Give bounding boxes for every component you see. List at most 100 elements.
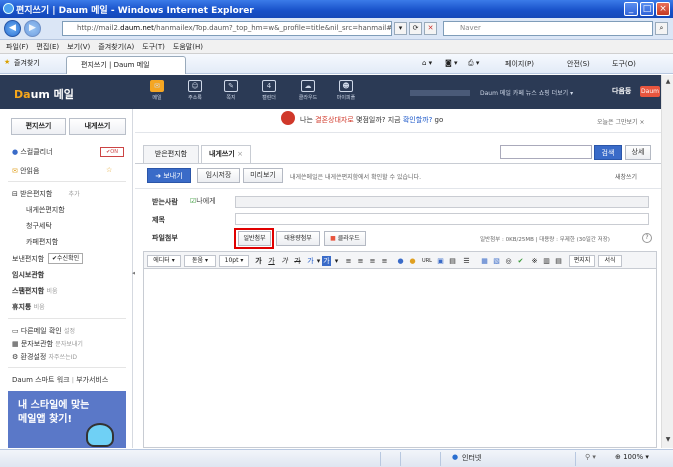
bg-color-button[interactable]: 가	[322, 256, 331, 266]
refresh-icon[interactable]: ⟳	[409, 22, 422, 35]
subject-field[interactable]	[235, 213, 649, 225]
help-icon[interactable]: ?	[642, 233, 652, 243]
search-button[interactable]: 검색	[594, 145, 622, 160]
to-me-checkbox[interactable]: ☑나에게	[190, 196, 216, 206]
nav-note[interactable]: ✎ 쪽지	[216, 80, 246, 101]
menu-favorites[interactable]: 즐겨찾기(A)	[98, 40, 134, 54]
extra-service-link[interactable]: 부가서비스	[76, 376, 108, 384]
send-sms-link[interactable]: 문자보내기	[55, 341, 83, 348]
special-char-icon[interactable]: ◎	[504, 256, 513, 266]
spam-cleaner-item[interactable]: ● 스컬클리너	[12, 147, 53, 157]
align-left-icon[interactable]: ≡	[344, 256, 353, 266]
menu-edit[interactable]: 편집(E)	[36, 40, 59, 54]
maximize-button[interactable]: □	[640, 2, 654, 16]
cloud-attach-button[interactable]: ■ 클라우드	[324, 231, 366, 246]
temp-item[interactable]: 임시보관함	[12, 270, 44, 280]
strike-button[interactable]: 가	[293, 256, 302, 266]
image-icon[interactable]: ▣	[436, 256, 445, 266]
nav-mail[interactable]: ✉ 메일	[142, 80, 172, 101]
mail-search-input[interactable]	[500, 145, 592, 159]
mail-app-banner[interactable]: 내 스타일에 맞는 메일앱 찾기!	[8, 391, 126, 448]
search-go-icon[interactable]: ⌕	[655, 22, 668, 35]
font-size-select[interactable]: 10pt ▾	[219, 255, 249, 267]
unread-item[interactable]: ✉ 안읽음	[12, 166, 39, 176]
star-icon[interactable]: ☆	[106, 166, 112, 174]
stop-icon[interactable]: ✕	[424, 22, 437, 35]
menu-file[interactable]: 파일(F)	[6, 40, 28, 54]
nav-mypeople[interactable]: ☻ 마이피플	[331, 80, 361, 101]
source-icon[interactable]: ▤	[554, 256, 563, 266]
emoticon-icon[interactable]: ●	[396, 256, 405, 266]
spellcheck-icon[interactable]: ✔	[516, 256, 525, 266]
scroll-down-icon[interactable]: ▼	[663, 435, 673, 445]
back-button[interactable]: ◀	[4, 20, 21, 37]
cafe-inbox-item[interactable]: 카페편지함	[26, 237, 58, 247]
table-icon[interactable]: ▤	[448, 256, 457, 266]
my-inbox-item[interactable]: 내게쓴편지함	[26, 205, 65, 215]
smart-work-link[interactable]: Daum 스마트 워크	[12, 376, 70, 384]
other-mail-settings-link[interactable]: 설정	[64, 328, 75, 335]
other-mail-item[interactable]: ▭ 다른메일 확인 설정	[12, 326, 75, 336]
daum-mail-logo[interactable]: Daum 메일	[14, 86, 74, 102]
spam-item[interactable]: 스팸편지함 비움	[12, 286, 57, 296]
nav-cloud[interactable]: ☁ 클라우드	[293, 80, 323, 101]
hide-today-link[interactable]: 오늘은 그만보기 ×	[597, 117, 644, 126]
add-folder-link[interactable]: 추가	[69, 191, 80, 198]
new-window-link[interactable]: 새창쓰기	[615, 172, 637, 181]
sent-item[interactable]: 보낸편지함	[12, 254, 44, 264]
align-center-icon[interactable]: ≡	[356, 256, 365, 266]
home-icon[interactable]: ⌂ ▾	[422, 59, 432, 67]
bg-color-dropdown-icon[interactable]: ▾	[332, 256, 341, 266]
purchases-item[interactable]: 청구세탁	[26, 221, 52, 231]
italic-button[interactable]: 가	[280, 256, 289, 266]
font-select[interactable]: 돋움 ▾	[184, 255, 216, 267]
compose-button[interactable]: 편지쓰기	[11, 118, 66, 135]
map-icon[interactable]: ▧	[492, 256, 501, 266]
hr-icon[interactable]: ※	[530, 256, 539, 266]
detail-search-button[interactable]: 상세	[625, 145, 651, 160]
minimize-button[interactable]: _	[624, 2, 638, 16]
editor-mode-select[interactable]: 에디터 ▾	[147, 255, 181, 267]
underline-button[interactable]: 가	[267, 256, 276, 266]
feeds-icon[interactable]: ◙ ▾	[445, 59, 458, 67]
tab-inbox[interactable]: 받은편지함	[143, 145, 199, 163]
video-icon[interactable]: ▦	[480, 256, 489, 266]
tab-close-icon[interactable]: ×	[237, 150, 243, 158]
letter-paper-button[interactable]: 편지지	[569, 255, 595, 267]
sticker-icon[interactable]: ●	[408, 256, 417, 266]
recipient-field[interactable]	[235, 196, 649, 208]
template-button[interactable]: 서식	[598, 255, 622, 267]
daum-badge[interactable]: Daum	[640, 86, 660, 97]
frequent-id-link[interactable]: 자주쓰는ID	[49, 354, 77, 361]
vertical-scrollbar[interactable]: ▲ ▼	[661, 75, 673, 448]
nav-contacts[interactable]: ☺ 주소록	[180, 80, 210, 101]
promo-banner[interactable]: 나는 결혼상대자로 몇점일까? 지금 확인할까? go	[300, 115, 443, 125]
print-icon[interactable]: ⎙ ▾	[468, 59, 479, 68]
nav-calendar[interactable]: 4 캘린더	[254, 80, 284, 101]
favorites-star-icon[interactable]: ★	[4, 58, 10, 66]
safety-menu[interactable]: 안전(S)	[567, 59, 590, 69]
receipt-check-badge[interactable]: ✔수신확인	[48, 253, 84, 264]
write-to-me-button[interactable]: 내게쓰기	[69, 118, 126, 135]
menu-view[interactable]: 보기(V)	[67, 40, 90, 54]
message-body-editor[interactable]	[143, 269, 657, 448]
zoom-level[interactable]: ⊕ 100% ▾	[615, 453, 649, 461]
trash-item[interactable]: 휴지통 비움	[12, 302, 45, 312]
search-field[interactable]: Naver	[443, 21, 653, 36]
align-right-icon[interactable]: ≡	[368, 256, 377, 266]
url-link-button[interactable]: URL	[420, 256, 434, 266]
browser-tab[interactable]: 편지쓰기 | Daum 메일	[66, 56, 186, 74]
forward-button[interactable]: ▶	[24, 20, 41, 37]
spam-empty-link[interactable]: 비움	[46, 288, 57, 295]
send-button[interactable]: ➜ 보내기	[147, 168, 191, 183]
url-field[interactable]: http://mail2.daum.net/hanmailex/Top.daum…	[62, 21, 392, 36]
menu-tools[interactable]: 도구(T)	[142, 40, 165, 54]
trash-empty-link[interactable]: 비움	[34, 304, 45, 311]
list-icon[interactable]: ☰	[462, 256, 471, 266]
tab-compose[interactable]: 내게쓰기 ×	[201, 145, 251, 163]
protected-mode-icon[interactable]: ⚲ ▾	[585, 453, 596, 461]
quote-icon[interactable]: ▥	[542, 256, 551, 266]
close-window-button[interactable]: ×	[656, 2, 670, 16]
temp-save-button[interactable]: 임시저장	[197, 168, 240, 183]
bulk-attach-button[interactable]: 대용량첨부	[276, 231, 320, 246]
